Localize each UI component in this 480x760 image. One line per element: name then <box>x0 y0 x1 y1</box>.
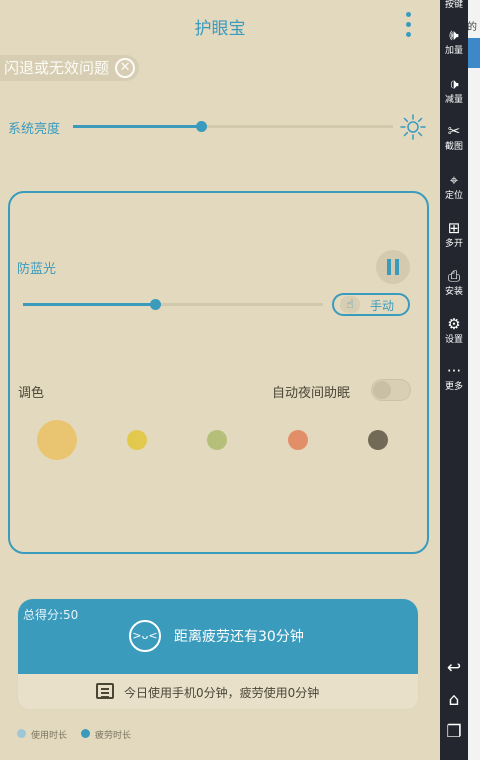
overflow-menu-icon[interactable] <box>402 12 414 42</box>
toolbar-multi-open-label: 多开 <box>444 239 463 249</box>
toolbar-settings-label: 设置 <box>444 335 463 345</box>
pause-button[interactable] <box>376 250 410 284</box>
legend-dot-usage <box>17 729 26 738</box>
toolbar-volume-up-label: 加量 <box>444 46 463 56</box>
bluelight-label: 防蓝光 <box>17 262 57 277</box>
toolbar-location[interactable]: ⌖ 定位 <box>440 171 468 202</box>
brightness-slider-thumb[interactable] <box>196 121 207 132</box>
toolbar-more-label: 更多 <box>444 382 463 392</box>
fatigue-countdown: 距离疲劳还有30分钟 <box>174 629 304 645</box>
crash-help-banner[interactable]: 闪退或无效问题 ✕ <box>0 55 140 81</box>
filter-card <box>8 191 429 554</box>
night-mode-toggle[interactable] <box>371 379 411 401</box>
hand-pointer-icon: ☝ <box>340 296 360 313</box>
toolbar-more[interactable]: ··· 更多 <box>440 362 468 393</box>
color-swatch-green[interactable] <box>207 430 227 450</box>
volume-down-icon: 🕩 <box>449 75 459 93</box>
recent-apps-icon[interactable]: ❐ <box>440 722 468 742</box>
brightness-label: 系统亮度 <box>8 122 61 137</box>
background-app-text: 的 <box>467 22 477 33</box>
emulator-toolbar: 按键 🕪 加量 🕩 减量 ✂ 截图 ⌖ 定位 ⊞ 多开 ⎙ 安装 ⚙ 设置 ··… <box>440 0 468 760</box>
manual-mode-label: 手动 <box>370 299 395 313</box>
eye-care-app: 护眼宝 闪退或无效问题 ✕ 系统亮度 防蓝光 ☝ 手动 调色 自动夜间助眠 总得… <box>0 0 440 760</box>
toolbar-volume-down[interactable]: 🕩 减量 <box>440 75 468 106</box>
crash-help-text: 闪退或无效问题 <box>4 59 110 77</box>
toggle-knob <box>373 381 391 399</box>
score-panel: 总得分:50 >ᴗ< 距离疲劳还有30分钟 今日使用手机0分钟，疲劳使用0分钟 <box>17 598 419 710</box>
page-title: 护眼宝 <box>194 19 246 39</box>
gear-icon: ⚙ <box>447 315 461 333</box>
toolbar-location-label: 定位 <box>444 191 463 201</box>
tone-label: 调色 <box>18 386 45 401</box>
color-swatch-brown[interactable] <box>368 430 388 450</box>
brightness-slider[interactable] <box>73 121 393 132</box>
color-swatch-yellow-large[interactable] <box>37 420 77 460</box>
close-icon[interactable]: ✕ <box>115 58 136 78</box>
sun-icon[interactable] <box>400 114 426 140</box>
location-pin-icon: ⌖ <box>449 171 459 189</box>
apk-install-icon: ⎙ <box>447 267 460 285</box>
color-swatch-orange[interactable] <box>288 430 308 450</box>
legend-label-fatigue: 疲劳时长 <box>95 731 132 741</box>
score-header: 总得分:50 >ᴗ< 距离疲劳还有30分钟 <box>18 599 418 674</box>
toolbar-install[interactable]: ⎙ 安装 <box>440 267 468 298</box>
usage-report-icon <box>96 683 114 699</box>
toolbar-volume-up[interactable]: 🕪 加量 <box>440 26 468 57</box>
bluelight-slider-thumb[interactable] <box>150 299 161 310</box>
toolbar-multi-open[interactable]: ⊞ 多开 <box>440 219 468 250</box>
usage-summary: 今日使用手机0分钟，疲劳使用0分钟 <box>124 686 320 700</box>
toolbar-screenshot[interactable]: ✂ 截图 <box>440 122 468 153</box>
brightness-slider-fill <box>73 125 201 128</box>
score-label: 总得分:50 <box>23 608 79 622</box>
toolbar-settings[interactable]: ⚙ 设置 <box>440 315 468 346</box>
night-mode-label: 自动夜间助眠 <box>272 386 351 401</box>
scissors-icon: ✂ <box>447 122 461 140</box>
multi-window-icon: ⊞ <box>447 219 461 237</box>
home-icon[interactable]: ⌂ <box>440 690 468 710</box>
toolbar-install-label: 安装 <box>444 287 463 297</box>
background-app-highlight <box>468 38 480 68</box>
toolbar-volume-down-label: 减量 <box>444 95 463 105</box>
color-swatch-yellow[interactable] <box>127 430 147 450</box>
legend-dot-fatigue <box>81 729 90 738</box>
bluelight-slider-fill <box>23 303 155 306</box>
more-icon: ··· <box>446 362 462 380</box>
manual-mode-button[interactable]: ☝ 手动 <box>332 293 410 316</box>
toolbar-screenshot-label: 截图 <box>444 142 463 152</box>
legend-label-usage: 使用时长 <box>31 731 68 741</box>
back-icon[interactable]: ↩ <box>440 658 468 678</box>
toolbar-key-label: 按键 <box>444 0 463 10</box>
tired-face-icon: >ᴗ< <box>129 620 161 652</box>
bluelight-slider[interactable] <box>23 299 323 310</box>
background-app <box>468 0 480 760</box>
toolbar-key[interactable]: 按键 <box>440 0 468 11</box>
volume-up-icon: 🕪 <box>449 26 459 44</box>
